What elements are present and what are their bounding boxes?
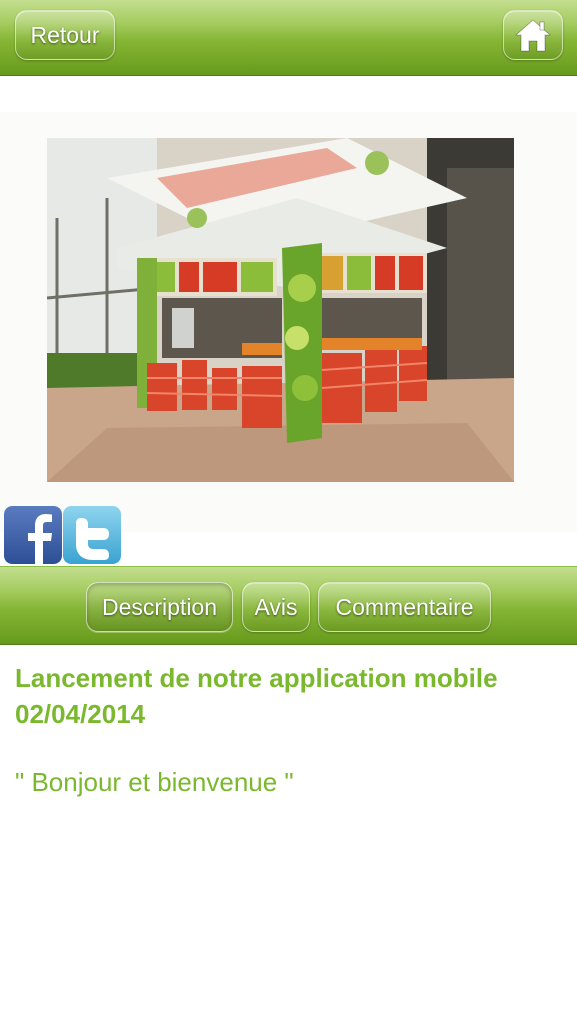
twitter-icon [63,506,121,564]
top-navigation-bar: Retour [0,0,577,76]
description-content: Lancement de notre application mobile 02… [15,660,565,798]
twitter-share-button[interactable] [63,506,121,564]
tab-bar: Description Avis Commentaire [0,566,577,645]
article-date: 02/04/2014 [15,699,146,729]
photo-section [0,112,577,532]
tab-avis-label: Avis [254,593,298,620]
home-icon [515,19,551,52]
home-button[interactable] [503,10,563,60]
back-button-label: Retour [30,21,100,48]
tab-description[interactable]: Description [86,582,233,632]
article-title-line: Lancement de notre application mobile [15,663,498,693]
tab-description-label: Description [101,593,218,620]
article-title: Lancement de notre application mobile 02… [15,660,565,732]
tab-commentaire-label: Commentaire [335,593,474,620]
facebook-share-button[interactable] [4,506,62,564]
tab-commentaire[interactable]: Commentaire [318,582,491,632]
kiosk-photo [47,138,514,482]
kiosk-photo-illustration [47,138,514,482]
back-button[interactable]: Retour [15,10,115,60]
article-body: " Bonjour et bienvenue " [15,767,294,797]
facebook-icon [4,506,62,564]
tab-avis[interactable]: Avis [242,582,310,632]
